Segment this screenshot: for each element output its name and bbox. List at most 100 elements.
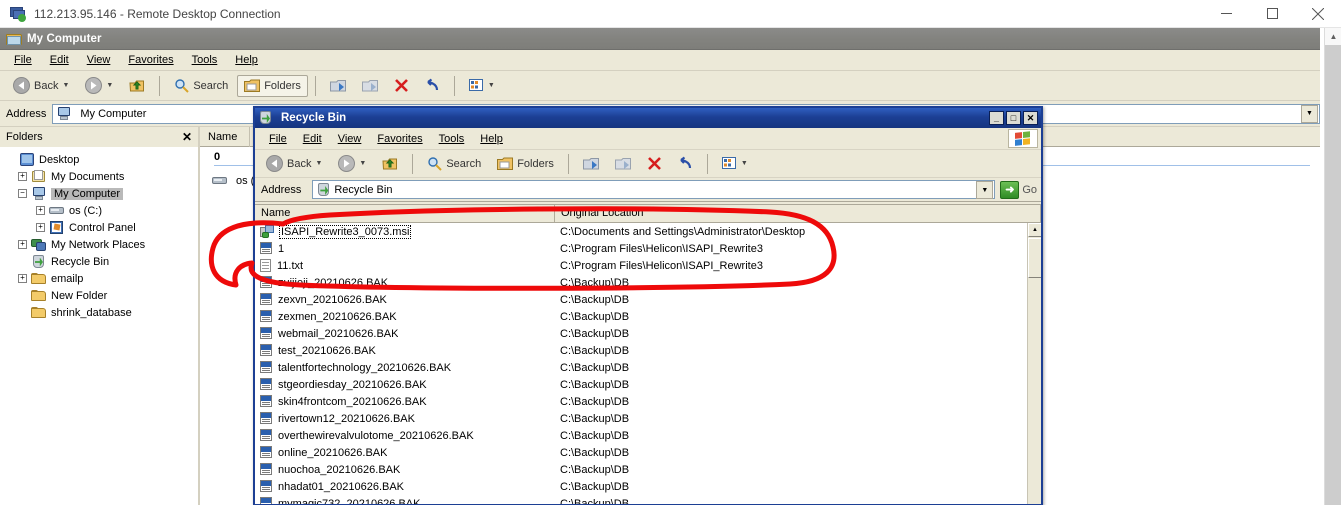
tree-item-new-folder[interactable]: New Folder	[4, 287, 198, 304]
table-row[interactable]: nuochoa_20210626.BAK C:\Backup\DB	[255, 461, 1027, 478]
table-row[interactable]: zexmen_20210626.BAK C:\Backup\DB	[255, 308, 1027, 325]
delete-button[interactable]	[387, 74, 416, 97]
menu-favorites[interactable]: Favorites	[120, 52, 181, 68]
table-row[interactable]: nhadat01_20210626.BAK C:\Backup\DB	[255, 478, 1027, 495]
up-button[interactable]	[375, 152, 405, 176]
tree-item-shrink-database[interactable]: shrink_database	[4, 304, 198, 321]
forward-button[interactable]: ▼	[331, 151, 373, 176]
expander-icon[interactable]: −	[18, 189, 27, 198]
tree-item-emailp[interactable]: + emailp	[4, 270, 198, 287]
move-to-button[interactable]	[323, 75, 353, 97]
tree-item-label: My Network Places	[51, 238, 146, 251]
search-button[interactable]: Search	[167, 74, 235, 97]
column-name[interactable]: Name	[255, 205, 555, 222]
table-row[interactable]: zuijieji_20210626.BAK C:\Backup\DB	[255, 274, 1027, 291]
back-button[interactable]: Back ▼	[6, 73, 76, 98]
search-button[interactable]: Search	[420, 152, 488, 175]
menu-view[interactable]: View	[79, 52, 119, 68]
move-to-button[interactable]	[576, 153, 606, 175]
expander-icon[interactable]: +	[36, 206, 45, 215]
copy-to-button[interactable]	[608, 153, 638, 175]
maximize-button[interactable]	[1249, 0, 1295, 28]
table-row[interactable]: ISAPI_Rewrite3_0073.msi C:\Documents and …	[255, 223, 1027, 240]
back-button[interactable]: Back ▼	[259, 151, 329, 176]
views-dropdown-icon[interactable]: ▼	[488, 82, 495, 89]
table-row[interactable]: test_20210626.BAK C:\Backup\DB	[255, 342, 1027, 359]
bak-file-icon	[260, 293, 273, 306]
table-row[interactable]: zexvn_20210626.BAK C:\Backup\DB	[255, 291, 1027, 308]
tree-item-recycle-bin[interactable]: Recycle Bin	[4, 253, 198, 270]
expander-icon[interactable]: +	[18, 172, 27, 181]
menu-edit[interactable]: Edit	[42, 52, 77, 68]
forward-dropdown-icon[interactable]: ▼	[359, 160, 366, 167]
expander-icon[interactable]: +	[36, 223, 45, 232]
maximize-button[interactable]: □	[1006, 111, 1021, 125]
close-button[interactable]: ✕	[1023, 111, 1038, 125]
forward-button[interactable]: ▼	[78, 73, 120, 98]
menu-view[interactable]: View	[330, 131, 370, 147]
file-original-location: C:\Backup\DB	[560, 429, 630, 442]
go-button[interactable]: ➜ Go	[1000, 180, 1037, 199]
undo-button[interactable]	[418, 74, 447, 97]
close-icon[interactable]: ✕	[182, 130, 192, 144]
file-list-columns: Name Original Location	[255, 205, 1041, 223]
menu-tools[interactable]: Tools	[431, 131, 473, 147]
tree-item-label: Recycle Bin	[51, 255, 110, 268]
table-row[interactable]: talentfortechnology_20210626.BAK C:\Backu…	[255, 359, 1027, 376]
menu-help[interactable]: Help	[472, 131, 511, 147]
table-row[interactable]: mymagic732_20210626.BAK C:\Backup\DB	[255, 495, 1027, 504]
minimize-button[interactable]	[1203, 0, 1249, 28]
menu-help[interactable]: Help	[227, 52, 266, 68]
close-button[interactable]	[1295, 0, 1341, 28]
rdp-vertical-scrollbar[interactable]: ▲	[1324, 28, 1341, 505]
forward-dropdown-icon[interactable]: ▼	[106, 82, 113, 89]
bak-file-icon	[260, 446, 273, 459]
recycle-bin-titlebar[interactable]: Recycle Bin _ □ ✕	[255, 108, 1041, 128]
copy-to-button[interactable]	[355, 75, 385, 97]
tree-item-desktop[interactable]: Desktop	[4, 151, 198, 168]
table-row[interactable]: webmail_20210626.BAK C:\Backup\DB	[255, 325, 1027, 342]
address-input[interactable]: Recycle Bin ▼	[312, 180, 996, 199]
column-name[interactable]: Name	[200, 126, 250, 147]
copy-to-folder-icon	[361, 79, 378, 91]
expander-icon[interactable]: +	[18, 274, 27, 283]
scroll-up-button[interactable]: ▲	[1028, 223, 1041, 237]
tree-item-my-network-places[interactable]: + My Network Places	[4, 236, 198, 253]
file-list-scrollbar[interactable]: ▲	[1027, 223, 1041, 504]
up-button[interactable]	[122, 74, 152, 98]
tree-item-os-c[interactable]: + os (C:)	[4, 202, 198, 219]
minimize-button[interactable]: _	[989, 111, 1004, 125]
address-dropdown-button[interactable]: ▼	[1301, 104, 1318, 123]
delete-button[interactable]	[640, 152, 669, 175]
table-row[interactable]: 11.txt C:\Program Files\Helicon\ISAPI_Rew…	[255, 257, 1027, 274]
back-dropdown-icon[interactable]: ▼	[315, 160, 322, 167]
views-button[interactable]: ▼	[715, 153, 755, 174]
tree-item-control-panel[interactable]: + Control Panel	[4, 219, 198, 236]
table-row[interactable]: rivertown12_20210626.BAK C:\Backup\DB	[255, 410, 1027, 427]
tree-item-my-documents[interactable]: + My Documents	[4, 168, 198, 185]
views-button[interactable]: ▼	[462, 75, 502, 96]
undo-button[interactable]	[671, 152, 700, 175]
menu-file[interactable]: File	[6, 52, 40, 68]
menu-tools[interactable]: Tools	[184, 52, 226, 68]
table-row[interactable]: overthewirevalvulotome_20210626.BAK C:\Ba…	[255, 427, 1027, 444]
folders-button[interactable]: Folders	[237, 74, 308, 97]
back-dropdown-icon[interactable]: ▼	[62, 82, 69, 89]
table-row[interactable]: online_20210626.BAK C:\Backup\DB	[255, 444, 1027, 461]
scroll-up-icon[interactable]: ▲	[1325, 28, 1341, 45]
tree-item-my-computer[interactable]: − My Computer	[4, 185, 198, 202]
scrollbar-thumb[interactable]	[1028, 238, 1041, 278]
address-dropdown-button[interactable]: ▼	[976, 181, 994, 199]
views-dropdown-icon[interactable]: ▼	[741, 160, 748, 167]
column-original-location[interactable]: Original Location	[555, 205, 1041, 222]
menu-favorites[interactable]: Favorites	[369, 131, 430, 147]
table-row[interactable]: 1 C:\Program Files\Helicon\ISAPI_Rewrite3	[255, 240, 1027, 257]
expander-icon[interactable]: +	[18, 240, 27, 249]
table-row[interactable]: skin4frontcom_20210626.BAK C:\Backup\DB	[255, 393, 1027, 410]
table-row[interactable]: stgeordiesday_20210626.BAK C:\Backup\DB	[255, 376, 1027, 393]
folders-button[interactable]: Folders	[490, 153, 561, 175]
menu-file[interactable]: File	[261, 131, 295, 147]
toolbar-separator-2	[567, 153, 569, 174]
scrollbar-track[interactable]	[1325, 45, 1341, 505]
menu-edit[interactable]: Edit	[295, 131, 330, 147]
